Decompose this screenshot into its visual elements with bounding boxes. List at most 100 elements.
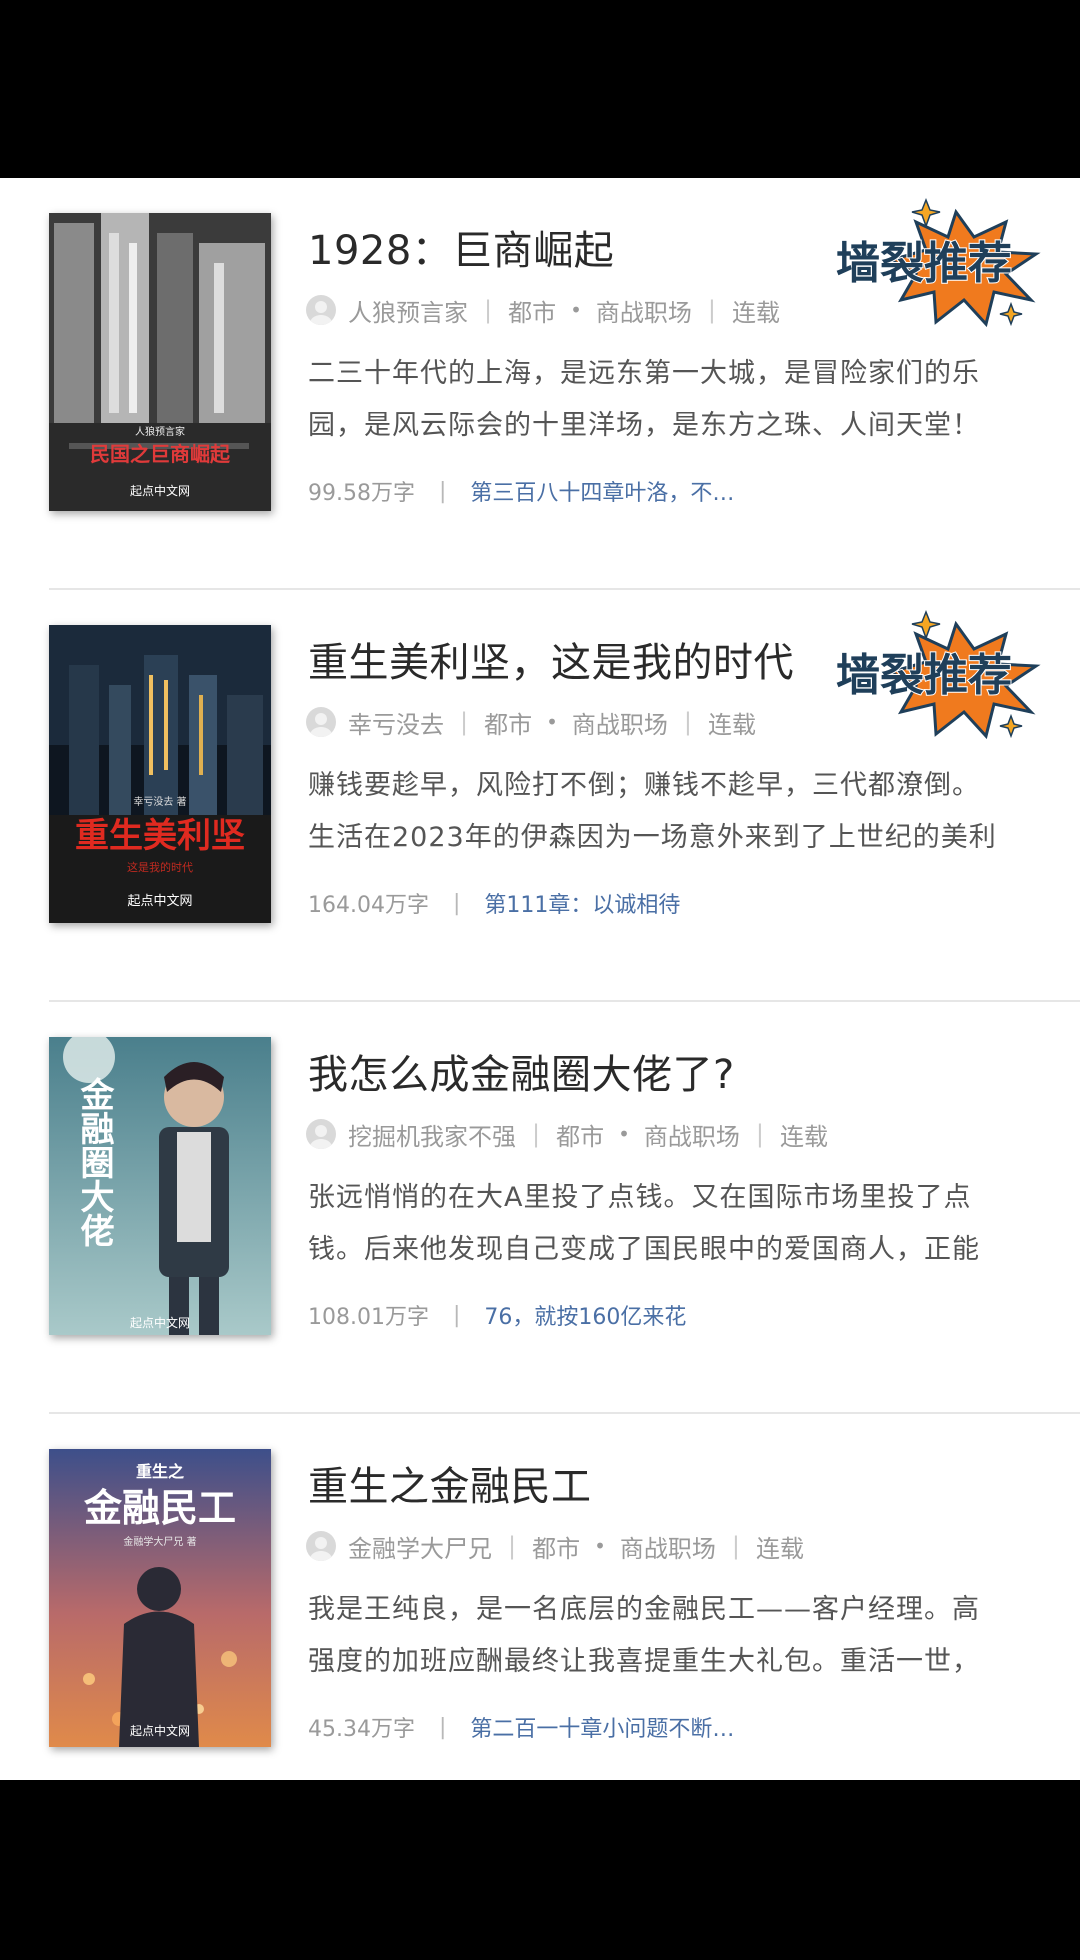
subcategory: 商战职场 [619,1534,716,1563]
stats-separator: | [438,478,447,504]
meta-separator: | [532,1120,541,1148]
book-list: 人狼预言家 民国之巨商崛起 起点中文网 1928：巨商崛起 人狼预言家 | 都市… [0,178,1080,1780]
badge-text: 墙裂推荐 [836,238,1012,289]
svg-text:人狼预言家: 人狼预言家 [135,425,185,438]
status: 连载 [731,298,780,327]
author-avatar-icon [306,707,336,737]
category: 都市 [508,298,557,327]
svg-text:重生美利坚: 重生美利坚 [75,816,245,856]
book-stats: 164.04万字 | 第111章：以诚相待 [308,885,680,921]
author-name[interactable]: 挖掘机我家不强 [348,1117,516,1152]
latest-chapter-link[interactable]: 76，就按160亿来花 [484,1299,686,1331]
cover-art-3: 金融圈大佬 起点中文网 [49,1037,271,1335]
status-bar-area [0,0,1080,178]
word-count: 108.01万字 [308,1305,429,1330]
book-title[interactable]: 重生美利坚，这是我的时代 [308,630,794,688]
book-item[interactable]: 重生之 金融民工 金融学大尸兄 著 起点中文网 重生之金融民工 金融学大尸兄 |… [0,1414,1080,1780]
book-cover[interactable]: 幸亏没去 著 重生美利坚 这是我的时代 起点中文网 [49,625,271,923]
category: 都市 [532,1534,581,1563]
word-count: 164.04万字 [308,893,429,918]
meta-dot: • [570,298,582,322]
author-avatar-icon [306,1531,336,1561]
book-cover[interactable]: 金融圈大佬 起点中文网 [49,1037,271,1335]
latest-chapter-link[interactable]: 第三百八十四章叶洛，不… [470,475,734,507]
meta-dot: • [594,1534,606,1558]
book-meta: 幸亏没去 | 都市 • 商战职场 | 连载 [306,702,756,742]
category: 都市 [484,710,533,739]
cover-art-1: 人狼预言家 民国之巨商崛起 起点中文网 [49,213,271,511]
intro-line: 张远悄悄的在大A里投了点钱。又在国际市场里投了点 [308,1182,972,1213]
navigation-bar-area [0,1780,1080,1960]
book-cover[interactable]: 重生之 金融民工 金融学大尸兄 著 起点中文网 [49,1449,271,1747]
book-title[interactable]: 1928：巨商崛起 [308,218,614,276]
subcategory: 商战职场 [571,710,668,739]
cover-art-4: 重生之 金融民工 金融学大尸兄 著 起点中文网 [49,1449,271,1747]
book-meta: 金融学大尸兄 | 都市 • 商战职场 | 连载 [306,1526,804,1566]
latest-chapter-link[interactable]: 第111章：以诚相待 [484,887,680,919]
book-item[interactable]: 幸亏没去 著 重生美利坚 这是我的时代 起点中文网 重生美利坚，这是我的时代 幸… [0,590,1080,1002]
category: 都市 [556,1122,605,1151]
book-item[interactable]: 金融圈大佬 起点中文网 我怎么成金融圈大佬了? 挖掘机我家不强 | 都市 • 商… [0,1002,1080,1414]
svg-text:这是我的时代: 这是我的时代 [127,860,193,874]
intro-line: 生活在2023年的伊森因为一场意外来到了上世纪的美利 [308,822,997,853]
cover-art-2: 幸亏没去 著 重生美利坚 这是我的时代 起点中文网 [49,625,271,923]
author-name[interactable]: 人狼预言家 [348,293,468,328]
svg-text:起点中文网: 起点中文网 [127,894,192,909]
status: 连载 [707,710,756,739]
book-item[interactable]: 人狼预言家 民国之巨商崛起 起点中文网 1928：巨商崛起 人狼预言家 | 都市… [0,178,1080,590]
svg-text:金融学大尸兄 著: 金融学大尸兄 著 [123,1535,196,1548]
book-cover[interactable]: 人狼预言家 民国之巨商崛起 起点中文网 [49,213,271,511]
intro-line: 强度的加班应酬最终让我喜提重生大礼包。重活一世， [308,1646,980,1677]
book-title[interactable]: 重生之金融民工 [308,1454,592,1512]
intro-line: 二三十年代的上海，是远东第一大城，是冒险家们的乐 [308,358,980,389]
book-meta: 人狼预言家 | 都市 • 商战职场 | 连载 [306,290,780,330]
book-stats: 99.58万字 | 第三百八十四章叶洛，不… [308,473,734,509]
svg-text:民国之巨商崛起: 民国之巨商崛起 [90,442,231,466]
book-stats: 108.01万字 | 76，就按160亿来花 [308,1297,686,1333]
svg-text:幸亏没去 著: 幸亏没去 著 [133,795,186,808]
status: 连载 [779,1122,828,1151]
stats-separator: | [452,890,461,916]
stats-separator: | [452,1302,461,1328]
meta-separator: | [484,296,493,324]
status: 连载 [755,1534,804,1563]
author-avatar-icon [306,1119,336,1149]
svg-text:金融圈大佬: 金融圈大佬 [74,1076,115,1247]
badge-text: 墙裂推荐 [836,650,1012,701]
svg-text:重生之: 重生之 [136,1462,184,1481]
intro-line: 赚钱要趁早，风险打不倒；赚钱不趁早，三代都潦倒。 [308,770,980,801]
meta-separator: | [707,296,716,324]
meta-dot: • [546,710,558,734]
intro-line: 我是王纯良，是一名底层的金融民工——客户经理。高 [308,1594,980,1625]
svg-text:起点中文网: 起点中文网 [130,1723,190,1738]
recommend-badge: 墙裂推荐 [806,192,1056,332]
book-intro: 张远悄悄的在大A里投了点钱。又在国际市场里投了点 钱。后来他发现自己变成了国民眼… [308,1172,1048,1276]
subcategory: 商战职场 [595,298,692,327]
meta-separator: | [460,708,469,736]
author-name[interactable]: 金融学大尸兄 [348,1529,492,1564]
word-count: 45.34万字 [308,1717,415,1742]
meta-separator: | [683,708,692,736]
book-stats: 45.34万字 | 第二百一十章小问题不断… [308,1709,734,1745]
book-title[interactable]: 我怎么成金融圈大佬了? [308,1042,735,1100]
book-intro: 赚钱要趁早，风险打不倒；赚钱不趁早，三代都潦倒。 生活在2023年的伊森因为一场… [308,760,1048,864]
svg-text:起点中文网: 起点中文网 [130,483,190,498]
author-avatar-icon [306,295,336,325]
meta-separator: | [731,1532,740,1560]
author-name[interactable]: 幸亏没去 [348,705,444,740]
stats-separator: | [438,1714,447,1740]
meta-separator: | [508,1532,517,1560]
subcategory: 商战职场 [643,1122,740,1151]
intro-line: 园，是风云际会的十里洋场，是东方之珠、人间天堂！ [308,410,980,441]
latest-chapter-link[interactable]: 第二百一十章小问题不断… [470,1711,734,1743]
book-intro: 二三十年代的上海，是远东第一大城，是冒险家们的乐 园，是风云际会的十里洋场，是东… [308,348,1048,452]
svg-text:金融民工: 金融民工 [83,1486,236,1530]
intro-line: 钱。后来他发现自己变成了国民眼中的爱国商人，正能 [308,1234,980,1265]
word-count: 99.58万字 [308,481,415,506]
book-intro: 我是王纯良，是一名底层的金融民工——客户经理。高 强度的加班应酬最终让我喜提重生… [308,1584,1048,1688]
book-meta: 挖掘机我家不强 | 都市 • 商战职场 | 连载 [306,1114,828,1154]
meta-separator: | [755,1120,764,1148]
recommend-badge: 墙裂推荐 [806,604,1056,744]
meta-dot: • [618,1122,630,1146]
svg-text:起点中文网: 起点中文网 [130,1315,190,1330]
